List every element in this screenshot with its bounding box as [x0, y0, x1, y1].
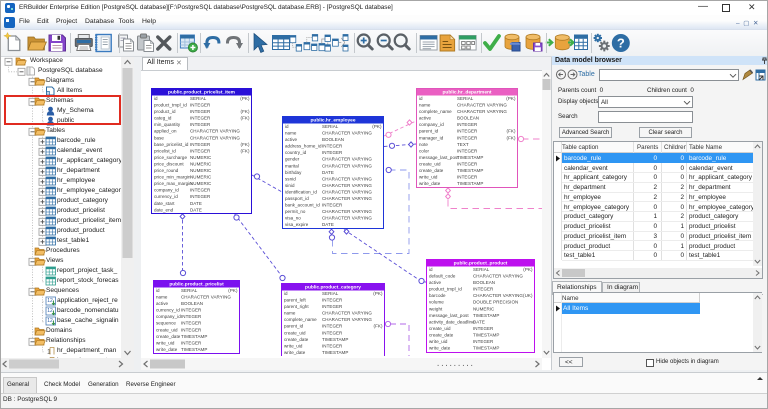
svg-text:?: ? — [617, 36, 625, 51]
svg-text:.........: ......... — [436, 361, 474, 369]
